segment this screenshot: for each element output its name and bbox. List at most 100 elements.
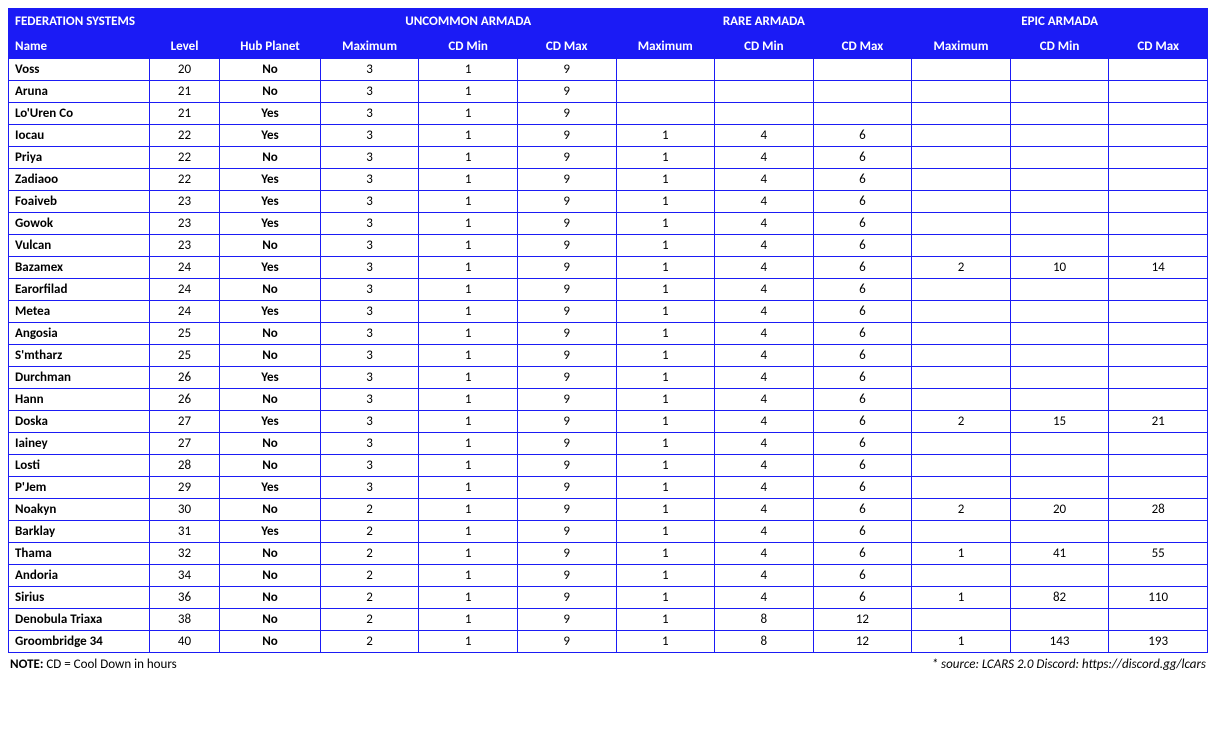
- cell-e_maxcd: [1109, 323, 1208, 345]
- cell-level: 25: [149, 323, 219, 345]
- cell-r_min: 4: [715, 499, 814, 521]
- cell-e_maxcd: [1109, 169, 1208, 191]
- cell-r_max: 1: [616, 411, 715, 433]
- cell-level: 22: [149, 147, 219, 169]
- cell-r_maxcd: 6: [813, 587, 912, 609]
- cell-r_max: [616, 103, 715, 125]
- cell-hub: No: [220, 59, 321, 81]
- cell-r_maxcd: 6: [813, 411, 912, 433]
- cell-r_max: 1: [616, 389, 715, 411]
- table-row: Doska27Yes31914621521: [9, 411, 1208, 433]
- footer-note: NOTE: CD = Cool Down in hours: [10, 657, 177, 672]
- table-row: Vulcan23No319146: [9, 235, 1208, 257]
- cell-e_min: [1010, 323, 1109, 345]
- table-row: Voss20No319: [9, 59, 1208, 81]
- cell-name: Groombridge 34: [9, 631, 150, 653]
- cell-e_max: [912, 521, 1011, 543]
- cell-r_max: 1: [616, 235, 715, 257]
- cell-r_min: 4: [715, 279, 814, 301]
- cell-name: Iocau: [9, 125, 150, 147]
- cell-u_maxcd: 9: [517, 455, 616, 477]
- cell-u_min: 1: [419, 543, 518, 565]
- header-rare: RARE ARMADA: [616, 9, 912, 35]
- cell-e_max: [912, 103, 1011, 125]
- cell-u_min: 1: [419, 257, 518, 279]
- cell-r_max: 1: [616, 433, 715, 455]
- table-row: Lo'Uren Co21Yes319: [9, 103, 1208, 125]
- cell-hub: No: [220, 389, 321, 411]
- federation-systems-table: FEDERATION SYSTEMS UNCOMMON ARMADA RARE …: [8, 8, 1208, 653]
- table-row: Iocau22Yes319146: [9, 125, 1208, 147]
- cell-hub: Yes: [220, 477, 321, 499]
- cell-level: 28: [149, 455, 219, 477]
- cell-level: 22: [149, 125, 219, 147]
- cell-u_min: 1: [419, 125, 518, 147]
- cell-hub: No: [220, 235, 321, 257]
- cell-r_maxcd: 6: [813, 323, 912, 345]
- cell-name: Gowok: [9, 213, 150, 235]
- cell-u_min: 1: [419, 389, 518, 411]
- cell-hub: Yes: [220, 213, 321, 235]
- cell-r_maxcd: 6: [813, 147, 912, 169]
- cell-e_min: [1010, 389, 1109, 411]
- cell-e_maxcd: [1109, 191, 1208, 213]
- cell-e_min: 10: [1010, 257, 1109, 279]
- header-epic: EPIC ARMADA: [912, 9, 1208, 35]
- cell-name: Voss: [9, 59, 150, 81]
- table-row: Groombridge 3440No21918121143193: [9, 631, 1208, 653]
- cell-name: Angosia: [9, 323, 150, 345]
- cell-u_max: 3: [320, 433, 419, 455]
- cell-r_min: 4: [715, 191, 814, 213]
- cell-u_min: 1: [419, 433, 518, 455]
- cell-hub: Yes: [220, 257, 321, 279]
- cell-r_min: 4: [715, 345, 814, 367]
- cell-level: 29: [149, 477, 219, 499]
- cell-level: 30: [149, 499, 219, 521]
- cell-level: 26: [149, 389, 219, 411]
- cell-e_maxcd: [1109, 81, 1208, 103]
- cell-r_min: 4: [715, 411, 814, 433]
- cell-u_max: 3: [320, 213, 419, 235]
- cell-u_maxcd: 9: [517, 235, 616, 257]
- cell-u_max: 3: [320, 257, 419, 279]
- cell-r_max: 1: [616, 279, 715, 301]
- cell-r_min: 4: [715, 389, 814, 411]
- cell-name: Durchman: [9, 367, 150, 389]
- cell-r_max: 1: [616, 609, 715, 631]
- table-row: Bazamex24Yes31914621014: [9, 257, 1208, 279]
- cell-hub: No: [220, 609, 321, 631]
- cell-e_max: [912, 235, 1011, 257]
- cell-u_maxcd: 9: [517, 433, 616, 455]
- cell-e_max: 1: [912, 543, 1011, 565]
- cell-level: 27: [149, 433, 219, 455]
- cell-u_max: 3: [320, 301, 419, 323]
- cell-r_min: 4: [715, 213, 814, 235]
- cell-u_max: 3: [320, 59, 419, 81]
- cell-r_max: 1: [616, 169, 715, 191]
- table-row: Durchman26Yes319146: [9, 367, 1208, 389]
- cell-u_max: 3: [320, 367, 419, 389]
- header-uncommon: UNCOMMON ARMADA: [320, 9, 616, 35]
- cell-e_maxcd: [1109, 279, 1208, 301]
- cell-u_min: 1: [419, 521, 518, 543]
- cell-e_min: [1010, 147, 1109, 169]
- cell-r_maxcd: [813, 59, 912, 81]
- cell-u_max: 3: [320, 125, 419, 147]
- cell-name: Lo'Uren Co: [9, 103, 150, 125]
- table-row: Angosia25No319146: [9, 323, 1208, 345]
- cell-e_min: [1010, 455, 1109, 477]
- cell-e_maxcd: 28: [1109, 499, 1208, 521]
- cell-level: 32: [149, 543, 219, 565]
- footer-source: * source: LCARS 2.0 Discord: https://dis…: [932, 657, 1206, 672]
- cell-r_min: 4: [715, 543, 814, 565]
- table-row: Aruna21No319: [9, 81, 1208, 103]
- cell-r_maxcd: 6: [813, 191, 912, 213]
- cell-r_max: 1: [616, 499, 715, 521]
- cell-r_maxcd: 6: [813, 345, 912, 367]
- cell-e_max: [912, 345, 1011, 367]
- cell-e_max: 2: [912, 411, 1011, 433]
- cell-e_min: [1010, 367, 1109, 389]
- cell-e_min: [1010, 477, 1109, 499]
- cell-r_min: 4: [715, 455, 814, 477]
- cell-r_maxcd: 12: [813, 609, 912, 631]
